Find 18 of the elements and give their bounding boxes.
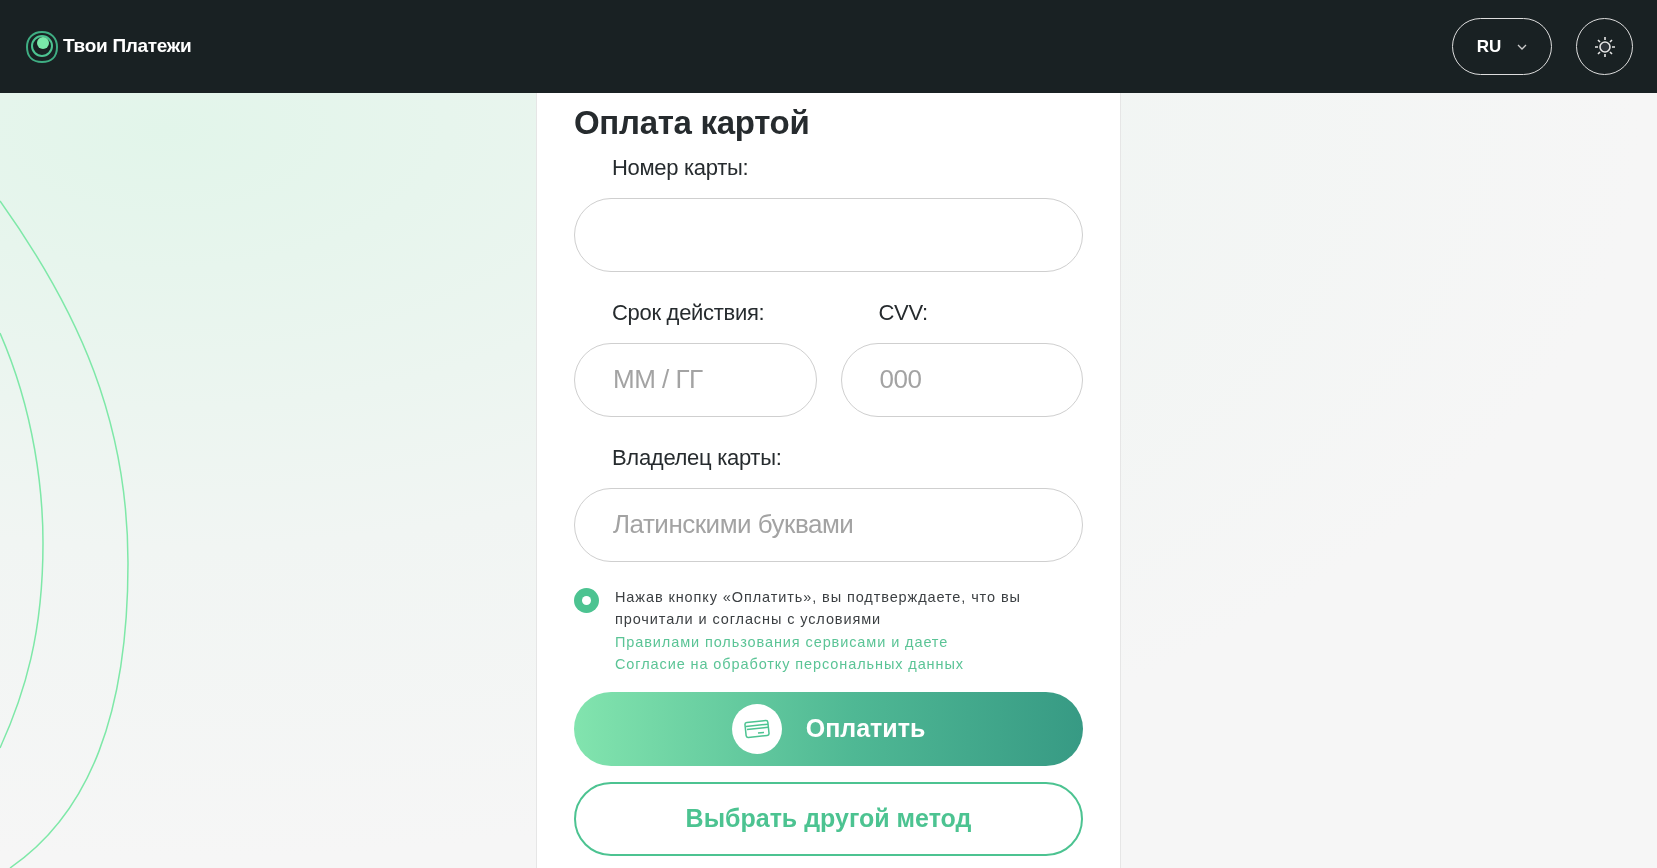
- consent-text: Нажав кнопку «Оплатить», вы подтверждаете, что вы прочитали и согласны с условиями Правилами пользования сервисами и даете Согласие на обработку персональных данных: [615, 587, 1022, 675]
- pay-button[interactable]: Оплатить: [574, 691, 1083, 766]
- field-label: Владелец карты:: [611, 443, 783, 472]
- input-field[interactable]: Латинскими буквами: [574, 487, 1083, 562]
- terms-link[interactable]: Согласие на обработку персональных данных: [615, 656, 964, 673]
- consent-radio[interactable]: [574, 587, 599, 613]
- logo-text: Твои Платежи: [63, 34, 192, 59]
- other-method-button[interactable]: Выбрать другой метод: [574, 781, 1083, 856]
- input-field[interactable]: ММ / ГГ: [574, 342, 817, 417]
- field-label: Срок действия:: [611, 298, 766, 327]
- field-label: Номер карты:: [611, 153, 750, 182]
- logo-icon: [25, 29, 59, 64]
- terms-link[interactable]: Правилами пользования сервисами: [615, 633, 887, 650]
- field-label: CVV:: [877, 298, 929, 327]
- input-field[interactable]: 000: [840, 342, 1083, 417]
- chevron-down-icon: [1517, 43, 1528, 50]
- sun-icon: [1593, 35, 1616, 58]
- form-title: Оплата картой: [574, 103, 811, 143]
